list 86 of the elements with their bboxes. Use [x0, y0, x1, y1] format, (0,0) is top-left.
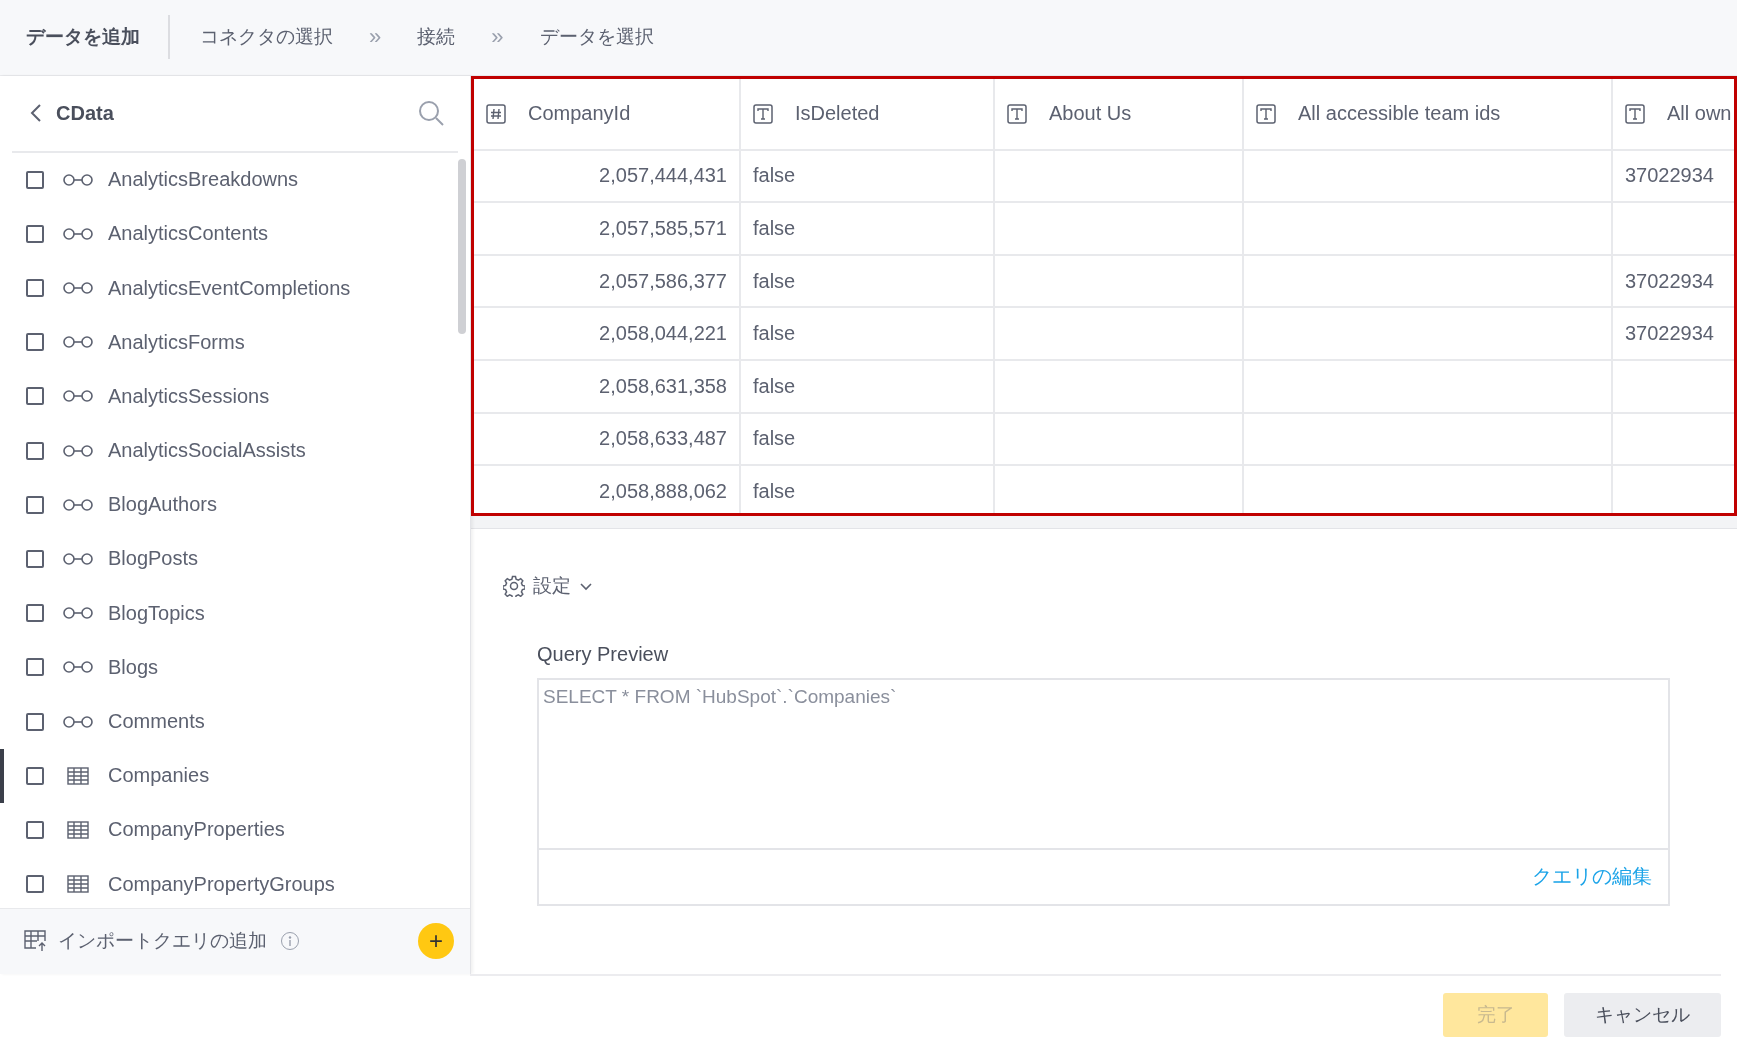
checkbox[interactable]	[26, 766, 44, 785]
column-header[interactable]: About Us	[1007, 102, 1230, 126]
table-list-item[interactable]: BlogPosts	[0, 531, 470, 587]
checkbox[interactable]	[26, 712, 44, 731]
glasses-icon	[63, 226, 93, 241]
table-list-item[interactable]: AnalyticsEventCompletions	[0, 260, 470, 316]
column-header[interactable]: IsDeleted	[753, 102, 981, 126]
table-cell: false	[740, 412, 994, 466]
table-cell: 2,058,633,487	[474, 412, 740, 466]
checkbox[interactable]	[26, 170, 44, 189]
table-list-item[interactable]: Blogs	[0, 640, 470, 695]
table-cell: false	[740, 202, 994, 255]
connector-title: CData	[56, 101, 115, 125]
scrollbar[interactable]	[458, 158, 466, 334]
number-type-icon	[486, 103, 506, 124]
table-list-item[interactable]: CompanyProperties	[0, 802, 470, 857]
glasses-icon	[63, 606, 93, 621]
glasses-icon	[63, 443, 93, 458]
add-button[interactable]: +	[418, 923, 454, 960]
settings-toggle[interactable]: 設定	[503, 572, 593, 599]
table-cell: false	[740, 359, 994, 413]
glasses-icon	[63, 389, 93, 404]
column-header[interactable]: All own	[1625, 102, 1734, 126]
table-list-item[interactable]: BlogTopics	[0, 586, 470, 641]
table-list-item[interactable]: Companies	[0, 748, 470, 803]
settings-icon	[503, 574, 525, 597]
text-type-icon	[1256, 103, 1276, 124]
table-cell: 37022934	[1612, 149, 1734, 203]
checkbox[interactable]	[26, 279, 44, 297]
table-cell: 2,057,586,377	[474, 254, 740, 308]
glasses-icon	[63, 714, 93, 729]
table-list-item[interactable]: AnalyticsBreakdowns	[0, 152, 470, 207]
table-icon	[67, 875, 89, 894]
checkbox[interactable]	[26, 604, 44, 623]
breadcrumb-separator: »	[491, 24, 504, 51]
search-icon[interactable]	[418, 100, 444, 127]
table-list-item[interactable]: BlogAuthors	[0, 477, 470, 532]
table-cell: 2,057,585,571	[474, 202, 740, 255]
breadcrumb-separator: »	[369, 24, 382, 51]
chevron-icon	[579, 580, 593, 591]
table-icon	[67, 766, 89, 785]
checkbox[interactable]	[26, 333, 44, 352]
checkbox[interactable]	[26, 224, 44, 243]
page-title: データを追加	[26, 15, 170, 60]
table-list-item[interactable]: AnalyticsSessions	[0, 369, 470, 424]
query-preview-label: Query Preview	[537, 642, 670, 666]
table-cell: 37022934	[1612, 254, 1734, 308]
checkbox[interactable]	[26, 441, 44, 460]
table-cell: 2,058,631,358	[474, 359, 740, 413]
checkbox[interactable]	[26, 549, 44, 568]
table-cell: false	[740, 149, 994, 203]
table-cell: false	[740, 254, 994, 308]
column-header[interactable]: All accessible team ids	[1256, 102, 1599, 126]
glasses-icon	[63, 335, 93, 350]
column-header[interactable]: CompanyId	[486, 102, 727, 126]
glasses-icon	[63, 551, 93, 566]
query-preview-field[interactable]: SELECT * FROM `HubSpot`.`Companies` クエリの編集	[537, 677, 1670, 906]
breadcrumb-step[interactable]: 接続	[417, 24, 456, 51]
breadcrumb-step[interactable]: データを選択	[539, 24, 654, 51]
table-cell: 2,057,444,431	[474, 149, 740, 203]
text-type-icon	[753, 103, 773, 124]
glasses-icon	[63, 281, 93, 295]
cancel-button[interactable]: キャンセル	[1564, 993, 1721, 1038]
text-type-icon	[1625, 103, 1645, 124]
table-list-item[interactable]: AnalyticsSocialAssists	[0, 423, 470, 478]
checkbox[interactable]	[26, 495, 44, 514]
glasses-icon	[63, 497, 93, 512]
table-list-item[interactable]: Comments	[0, 694, 470, 749]
checkbox[interactable]	[26, 875, 44, 894]
breadcrumb-step[interactable]: コネクタの選択	[200, 24, 333, 51]
table-cell: 37022934	[1612, 307, 1734, 360]
text-type-icon	[1007, 103, 1027, 124]
back-icon[interactable]	[30, 103, 42, 124]
table-icon	[67, 820, 89, 839]
import-table-icon	[24, 930, 46, 953]
table-list-item[interactable]: AnalyticsContents	[0, 206, 470, 261]
add-import-query-label: インポートクエリの追加	[58, 929, 267, 954]
glasses-icon	[63, 172, 93, 187]
table-cell: 2,058,044,221	[474, 307, 740, 360]
checkbox[interactable]	[26, 387, 44, 406]
checkbox[interactable]	[26, 658, 44, 677]
table-list-item[interactable]: AnalyticsForms	[0, 315, 470, 370]
checkbox[interactable]	[26, 820, 44, 839]
glasses-icon	[63, 660, 93, 675]
table-cell: false	[740, 307, 994, 360]
table-list-item[interactable]: CompanyPropertyGroups	[0, 856, 470, 908]
